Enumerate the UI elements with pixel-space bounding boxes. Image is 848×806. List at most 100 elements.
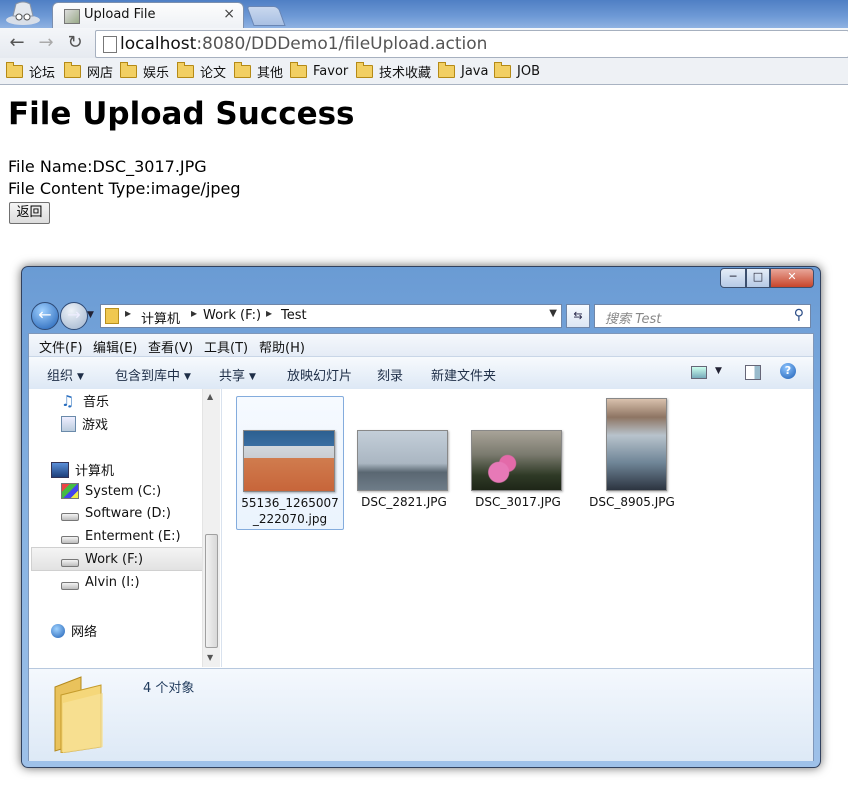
burn-button[interactable]: 刻录 <box>377 365 403 384</box>
file-name-line1: DSC_3017.JPG <box>475 495 561 509</box>
bookmark-folder[interactable]: Favor <box>290 61 348 80</box>
tab-title: Upload File <box>84 7 156 22</box>
slideshow-button[interactable]: 放映幻灯片 <box>287 365 352 384</box>
file-thumbnail <box>471 430 562 491</box>
scroll-down-icon[interactable]: ▼ <box>207 653 213 662</box>
drive-icon <box>61 512 79 521</box>
url-path: :8080/DDDemo1/fileUpload.action <box>196 34 488 54</box>
breadcrumb-arrow-icon[interactable]: ▸ <box>266 306 272 320</box>
breadcrumb-drive[interactable]: Work (F:) <box>203 308 261 323</box>
organize-button[interactable]: 组织 ▼ <box>47 365 84 384</box>
folder-icon <box>64 61 81 78</box>
bookmarks-bar: 论坛 网店 娱乐 论文 其他 Favor 技术收藏 Java JOB <box>0 58 848 85</box>
new-folder-button[interactable]: 新建文件夹 <box>431 365 496 384</box>
nav-item-games[interactable]: 游戏 <box>61 414 108 433</box>
folder-icon <box>290 61 307 78</box>
explorer-nav-bar: ← → ▼ ▸ 计算机 ▸ Work (F:) ▸ Test ▼ ⇆ 搜索 Te… <box>28 300 812 330</box>
file-name-line1: DSC_2821.JPG <box>361 495 447 509</box>
file-name-line1: DSC_8905.JPG <box>589 495 675 509</box>
browser-tab-active[interactable]: Upload File × <box>52 2 244 28</box>
details-pane: 4 个对象 <box>29 668 813 761</box>
nav-item-music[interactable]: ♫ 音乐 <box>61 391 109 410</box>
menu-view[interactable]: 查看(V) <box>148 337 193 356</box>
forward-arrow-icon[interactable]: → <box>35 32 57 54</box>
nav-item-computer[interactable]: 计算机 <box>51 460 114 479</box>
minimize-icon[interactable]: ─ <box>720 268 746 288</box>
refresh-icon[interactable]: ⇆ <box>566 304 590 328</box>
breadcrumb-arrow-icon[interactable]: ▸ <box>125 306 131 320</box>
explorer-address-bar[interactable]: ▸ 计算机 ▸ Work (F:) ▸ Test ▼ <box>100 304 562 328</box>
bookmark-folder[interactable]: 娱乐 <box>120 61 169 81</box>
change-view-icon[interactable] <box>691 366 707 379</box>
history-dropdown-icon[interactable]: ▼ <box>87 310 94 320</box>
close-icon[interactable]: ✕ <box>770 268 814 288</box>
nav-item-drive-e[interactable]: Enterment (E:) <box>61 529 181 544</box>
folder-icon <box>105 308 119 324</box>
folder-icon <box>438 61 455 78</box>
back-button[interactable]: 返回 <box>9 202 50 224</box>
folder-icon <box>120 61 137 78</box>
dropdown-icon: ▼ <box>184 372 191 382</box>
view-dropdown-icon[interactable]: ▼ <box>715 366 722 376</box>
menu-tools[interactable]: 工具(T) <box>204 337 248 356</box>
folder-icon <box>234 61 251 78</box>
nav-item-drive-f[interactable]: Work (F:) <box>61 552 143 567</box>
command-bar: 组织 ▼ 包含到库中 ▼ 共享 ▼ 放映幻灯片 刻录 新建文件夹 ▼ ? <box>29 356 813 390</box>
share-button[interactable]: 共享 ▼ <box>219 365 256 384</box>
menu-edit[interactable]: 编辑(E) <box>93 337 137 356</box>
dropdown-icon: ▼ <box>249 372 256 382</box>
page-title: File Upload Success <box>8 96 355 132</box>
menu-file[interactable]: 文件(F) <box>39 337 83 356</box>
bookmark-folder[interactable]: 网店 <box>64 61 113 81</box>
menu-help[interactable]: 帮助(H) <box>259 337 305 356</box>
reload-icon[interactable]: ↻ <box>64 32 86 54</box>
bookmark-folder[interactable]: 论坛 <box>6 61 55 81</box>
scroll-up-icon[interactable]: ▲ <box>207 392 213 401</box>
folder-large-icon <box>54 676 103 753</box>
nav-item-network[interactable]: 网络 <box>51 621 97 640</box>
scroll-thumb[interactable] <box>205 534 218 648</box>
windows-drive-icon <box>61 483 79 499</box>
breadcrumb-folder[interactable]: Test <box>281 308 307 323</box>
file-name-line2: _222070.jpg <box>252 512 328 526</box>
nav-item-drive-d[interactable]: Software (D:) <box>61 506 171 521</box>
search-icon[interactable]: ⚲ <box>794 307 804 323</box>
back-circle-icon[interactable]: ← <box>31 302 59 330</box>
bookmark-folder[interactable]: 论文 <box>177 61 226 81</box>
preview-pane-icon[interactable] <box>745 365 761 380</box>
navigation-pane: ♫ 音乐 游戏 计算机 System (C:) Software (D:) Ent… <box>29 389 222 667</box>
back-arrow-icon[interactable]: ← <box>6 32 28 54</box>
breadcrumb-arrow-icon[interactable]: ▸ <box>191 306 197 320</box>
file-list-view: 55136_1265007 _222070.jpg DSC_2821.JPG D… <box>222 389 813 667</box>
bookmark-folder[interactable]: 技术收藏 <box>356 61 431 81</box>
folder-icon <box>177 61 194 78</box>
bookmark-folder[interactable]: JOB <box>494 61 540 80</box>
maximize-icon[interactable]: □ <box>746 268 770 288</box>
incognito-icon <box>6 1 40 25</box>
breadcrumb-computer[interactable]: 计算机 <box>141 308 180 327</box>
file-item[interactable]: 55136_1265007 _222070.jpg <box>236 396 344 530</box>
address-dropdown-icon[interactable]: ▼ <box>549 308 557 319</box>
file-thumbnail <box>243 430 335 492</box>
folder-icon <box>494 61 511 78</box>
forward-circle-icon[interactable]: → <box>60 302 88 330</box>
explorer-search-input[interactable]: 搜索 Test ⚲ <box>594 304 811 328</box>
tab-close-icon[interactable]: × <box>223 6 235 22</box>
drive-icon <box>61 581 79 590</box>
bookmark-folder[interactable]: Java <box>438 61 488 80</box>
include-in-library-button[interactable]: 包含到库中 ▼ <box>115 365 191 384</box>
page-favicon-icon <box>64 9 80 24</box>
address-bar[interactable]: localhost:8080/DDDemo1/fileUpload.action <box>95 30 848 58</box>
drive-icon <box>61 535 79 544</box>
new-tab-button[interactable] <box>246 6 286 26</box>
bookmark-folder[interactable]: 其他 <box>234 61 283 81</box>
games-icon <box>61 415 76 432</box>
help-icon[interactable]: ? <box>780 363 796 379</box>
nav-item-drive-c[interactable]: System (C:) <box>61 483 161 499</box>
content-type-text: File Content Type:image/jpeg <box>8 179 241 198</box>
nav-item-drive-i[interactable]: Alvin (I:) <box>61 575 140 590</box>
search-placeholder: 搜索 Test <box>605 312 662 327</box>
drive-icon <box>61 558 79 567</box>
nav-scrollbar[interactable]: ▲ ▼ <box>202 389 220 667</box>
music-icon: ♫ <box>61 391 75 410</box>
